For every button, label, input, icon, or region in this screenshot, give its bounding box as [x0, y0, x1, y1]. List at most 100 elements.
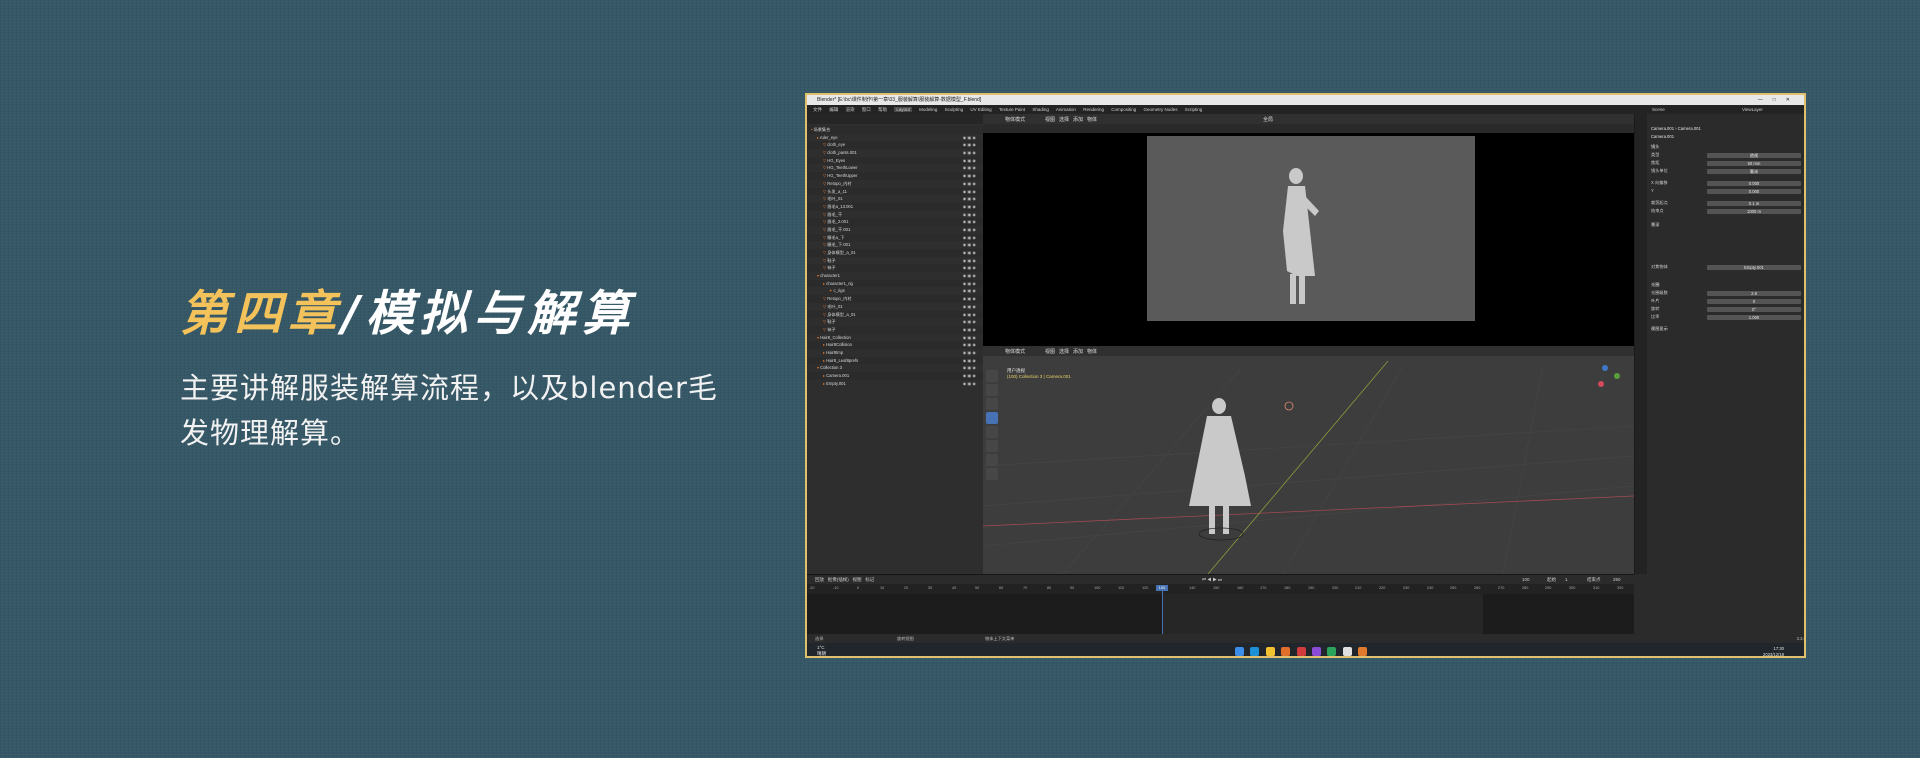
outliner-item[interactable]: ▽cloth_pants.001 ◉▣◉	[807, 149, 983, 157]
mode-selector[interactable]: 物体模式	[1005, 116, 1025, 123]
outliner-item[interactable]: ▽毛叶_01 ◉▣◉	[807, 195, 983, 203]
outliner-item[interactable]: ▸Hair8tmp ◉▣◉	[807, 349, 983, 357]
menu-window[interactable]: 窗口	[862, 107, 871, 112]
menu-object[interactable]: 物体	[1087, 116, 1097, 123]
tab-scripting[interactable]: Scripting	[1185, 107, 1203, 112]
current-frame-field[interactable]: 100	[1522, 575, 1530, 584]
end-frame-field[interactable]: 250	[1613, 575, 1621, 584]
tab-geometry-nodes[interactable]: Geometry Nodes	[1144, 107, 1178, 112]
windows-start-icon[interactable]	[1235, 647, 1244, 656]
prop-shift-y[interactable]: Y 0.000	[1651, 188, 1801, 194]
tab-rendering[interactable]: Rendering	[1083, 107, 1104, 112]
minimize-icon[interactable]: —	[1758, 97, 1773, 103]
menu-view[interactable]: 视图	[1045, 116, 1055, 123]
tab-compositing[interactable]: Compositing	[1111, 107, 1136, 112]
outliner-item[interactable]: ▾character1 ◉▣◉	[807, 272, 983, 280]
prop-ratio[interactable]: 比率 1.000	[1651, 314, 1801, 320]
maximize-icon[interactable]: □	[1773, 97, 1786, 103]
outliner-item[interactable]: ▽头发_a_11 ◉▣◉	[807, 187, 983, 196]
prop-lens-unit[interactable]: 镜头单位 毫米	[1651, 168, 1801, 174]
outliner-item[interactable]: ▽袜子 ◉▣◉	[807, 325, 983, 334]
prop-clip-start[interactable]: 裁剪起点 0.1 m	[1651, 200, 1801, 206]
menu-select[interactable]: 选择	[1059, 116, 1069, 123]
outliner-item[interactable]: ▸character1_rig ◉▣◉	[807, 279, 983, 288]
outliner-item[interactable]: ▽眉毛a_13.001 ◉▣◉	[807, 202, 983, 211]
outliner-item[interactable]: ▽cloth_eye ◉▣◉	[807, 141, 983, 150]
outliner-item[interactable]: ▽身体模型_a_01 ◉▣◉	[807, 310, 983, 319]
prop-clip-end[interactable]: 结束点 1000 m	[1651, 208, 1801, 214]
outliner-item[interactable]: ▪场景集合	[807, 126, 983, 134]
outliner-item[interactable]: ▸Camera.001 ◉▣◉	[807, 372, 983, 380]
outliner-item[interactable]: ▸Hair8Collision ◉▣◉	[807, 341, 983, 349]
menu-add[interactable]: 添加	[1073, 116, 1083, 123]
3d-viewport[interactable]: 物体模式 视图 选择 添加 物体 用户透视 (100) Collection 3…	[983, 346, 1634, 574]
outliner-item[interactable]: ▽眉毛_2.001 ◉▣◉	[807, 218, 983, 226]
system-clock[interactable]: 17:30 2023/12/18	[1763, 646, 1784, 656]
tab-texture-paint[interactable]: Texture Paint	[999, 107, 1025, 112]
outliner-item[interactable]: ✦c_rigs ◉▣◉	[807, 287, 983, 295]
outliner-item[interactable]: ▽毛叶_01 ◉▣◉	[807, 303, 983, 311]
blender-icon[interactable]	[1281, 647, 1291, 656]
app-red-icon[interactable]	[1296, 647, 1306, 656]
section-lens[interactable]: 镜头	[1651, 144, 1801, 150]
menu-render[interactable]: 渲染	[846, 107, 855, 112]
section-viewport-display[interactable]: 视图显示	[1651, 326, 1801, 332]
view-layer-selector[interactable]: ViewLayer	[1742, 105, 1763, 114]
outliner-item[interactable]: ▸Empty.001 ◉▣◉	[807, 380, 983, 388]
app-purple-icon[interactable]	[1311, 647, 1321, 656]
outliner-item[interactable]: ▽眉毛_干.001 ◉▣◉	[807, 226, 983, 234]
measure-tool-icon[interactable]	[986, 468, 998, 480]
outliner-item[interactable]: ▽Retopo_内衬 ◉▣◉	[807, 295, 983, 303]
outliner-item[interactable]: ▽HG_TeethUpper ◉▣◉	[807, 172, 983, 180]
window-controls[interactable]: —□✕	[1758, 95, 1800, 105]
start-frame-field[interactable]: 1	[1565, 575, 1568, 584]
outliner-item[interactable]: ▽HG_TeethLower ◉▣◉	[807, 164, 983, 172]
tab-shading[interactable]: Shading	[1032, 107, 1049, 112]
transform-orientation[interactable]: 全局	[1263, 116, 1273, 123]
tab-modeling[interactable]: Modeling	[919, 107, 937, 112]
close-icon[interactable]: ✕	[1786, 97, 1800, 103]
playback-controls[interactable]: ⏮ ◀ ▶ ⏭	[1202, 575, 1222, 584]
tab-layout[interactable]: Layout	[894, 107, 912, 112]
timeline-menu-view[interactable]: 视图	[853, 577, 862, 582]
scene-selector[interactable]: Scene	[1652, 105, 1665, 114]
menu-edit[interactable]: 编辑	[829, 107, 838, 112]
edge-icon[interactable]	[1250, 647, 1260, 656]
outliner-item[interactable]: ▽身体模型_a_01 ◉▣◉	[807, 249, 983, 257]
outliner-item[interactable]: ▽睫毛a_下 ◉▣◉	[807, 233, 983, 242]
blender-active-icon[interactable]	[1358, 647, 1368, 656]
outliner-item[interactable]: ▽睫毛_下.001 ◉▣◉	[807, 241, 983, 249]
scale-tool-icon[interactable]	[986, 426, 998, 438]
move-tool-icon[interactable]	[986, 398, 998, 410]
outliner-item[interactable]: ▸Hair8_Leaf8prefs ◉▣◉	[807, 356, 983, 365]
menu-help[interactable]: 帮助	[878, 107, 887, 112]
outliner-item[interactable]: ▽Retopo_内衬 ◉▣◉	[807, 180, 983, 188]
weather-widget[interactable]: 1°C 晴朗	[817, 645, 826, 656]
rotate-tool-icon[interactable]	[986, 412, 998, 424]
outliner-item[interactable]: ▽袜子 ◉▣◉	[807, 264, 983, 273]
select-tool-icon[interactable]	[986, 370, 998, 382]
prop-rotation[interactable]: 旋转 0°	[1651, 306, 1801, 312]
section-aperture[interactable]: 光圈	[1651, 282, 1801, 288]
outliner-item[interactable]: ▽鞋子 ◉▣◉	[807, 257, 983, 265]
camera-viewport[interactable]: 物体模式 视图 选择 添加 物体 全局	[983, 114, 1634, 346]
tab-uv-editing[interactable]: UV Editing	[970, 107, 991, 112]
prop-focus-object[interactable]: 对焦物体 Empty.001	[1651, 264, 1801, 270]
outliner-item[interactable]: ▾Hair8_Collection ◉▣◉	[807, 334, 983, 342]
annotate-tool-icon[interactable]	[986, 454, 998, 466]
outliner-item[interactable]: ▽眉毛_干 ◉▣◉	[807, 211, 983, 219]
prop-shift-x[interactable]: X 向偏移 0.000	[1651, 180, 1801, 186]
timeline-menu-keying[interactable]: 抠像(插帧)	[828, 577, 849, 582]
playhead-frame-label[interactable]: 100	[1156, 585, 1168, 591]
tab-sculpting[interactable]: Sculpting	[945, 107, 964, 112]
object-name-field[interactable]: Camera.001	[1651, 134, 1801, 140]
outliner-item[interactable]: ▸ruler_eye ◉▣◉	[807, 134, 983, 142]
timeline-menu-playback[interactable]: 回放	[815, 577, 824, 582]
prop-lens-type[interactable]: 类型 透视	[1651, 152, 1801, 158]
prop-focal-length[interactable]: 焦距 50 mm	[1651, 160, 1801, 166]
timeline-track-area[interactable]: 100	[807, 585, 1634, 635]
outliner-item[interactable]: ▾Collection 3 ◉▣◉	[807, 364, 983, 372]
cursor-tool-icon[interactable]	[986, 384, 998, 396]
playhead[interactable]	[1162, 586, 1163, 635]
app-white-icon[interactable]	[1342, 647, 1352, 656]
